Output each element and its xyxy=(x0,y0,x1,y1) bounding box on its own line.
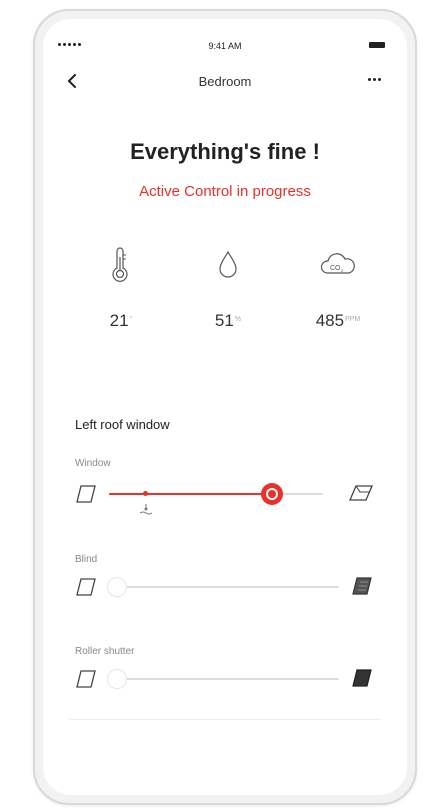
divider xyxy=(69,719,381,720)
page-title: Bedroom xyxy=(198,74,252,89)
co2-number: 485 xyxy=(315,311,345,330)
status-bar: 9:41 AM xyxy=(43,41,407,55)
window-marker-dot xyxy=(143,491,149,496)
window-open-icon[interactable] xyxy=(348,483,374,503)
blind-slider-knob[interactable] xyxy=(107,577,127,597)
blind-label: Blind xyxy=(75,554,98,565)
window-slider-knob[interactable] xyxy=(260,483,283,505)
humidity-unit: % xyxy=(234,316,242,323)
co2-cloud-icon: CO 2 xyxy=(320,253,355,274)
roller-shutter-open-icon[interactable] xyxy=(75,669,97,689)
temperature-number: 21 xyxy=(109,311,129,330)
temperature-unit: ° xyxy=(129,316,133,323)
status-time: 9:41 AM xyxy=(208,41,242,51)
roller-shutter-slider-track[interactable] xyxy=(109,678,339,680)
svg-text:CO: CO xyxy=(330,265,341,272)
window-closed-icon[interactable] xyxy=(75,484,97,504)
humidity-value: 51% xyxy=(183,311,273,331)
status-subline: Active Control in progress xyxy=(139,183,311,200)
window-slider-track[interactable] xyxy=(109,493,323,495)
screen: 9:41 AM Bedroom Everything's fine ! Acti… xyxy=(43,19,407,795)
battery-icon xyxy=(369,42,385,48)
phone-frame: 9:41 AM Bedroom Everything's fine ! Acti… xyxy=(33,9,417,805)
temperature-value: 21° xyxy=(76,311,166,331)
section-title: Left roof window xyxy=(75,417,170,432)
sun-position-icon xyxy=(139,504,153,515)
thermometer-icon xyxy=(112,247,128,282)
roller-shutter-closed-icon[interactable] xyxy=(351,668,373,688)
humidity-number: 51 xyxy=(214,311,234,330)
co2-unit: PPM xyxy=(345,316,361,323)
blind-open-icon[interactable] xyxy=(75,577,97,597)
status-headline: Everything's fine ! xyxy=(130,139,320,164)
humidity-drop-icon xyxy=(219,250,237,278)
roller-shutter-label: Roller shutter xyxy=(75,646,135,657)
co2-value: 485PPM xyxy=(293,311,383,331)
more-options-icon[interactable] xyxy=(368,78,381,81)
window-slider-fill xyxy=(109,493,272,495)
nav-bar: Bedroom xyxy=(43,71,407,91)
blind-closed-icon[interactable] xyxy=(351,576,373,596)
blind-slider-track[interactable] xyxy=(109,586,339,588)
roller-shutter-slider-knob[interactable] xyxy=(107,669,127,689)
svg-text:2: 2 xyxy=(341,268,344,273)
window-label: Window xyxy=(75,458,111,469)
